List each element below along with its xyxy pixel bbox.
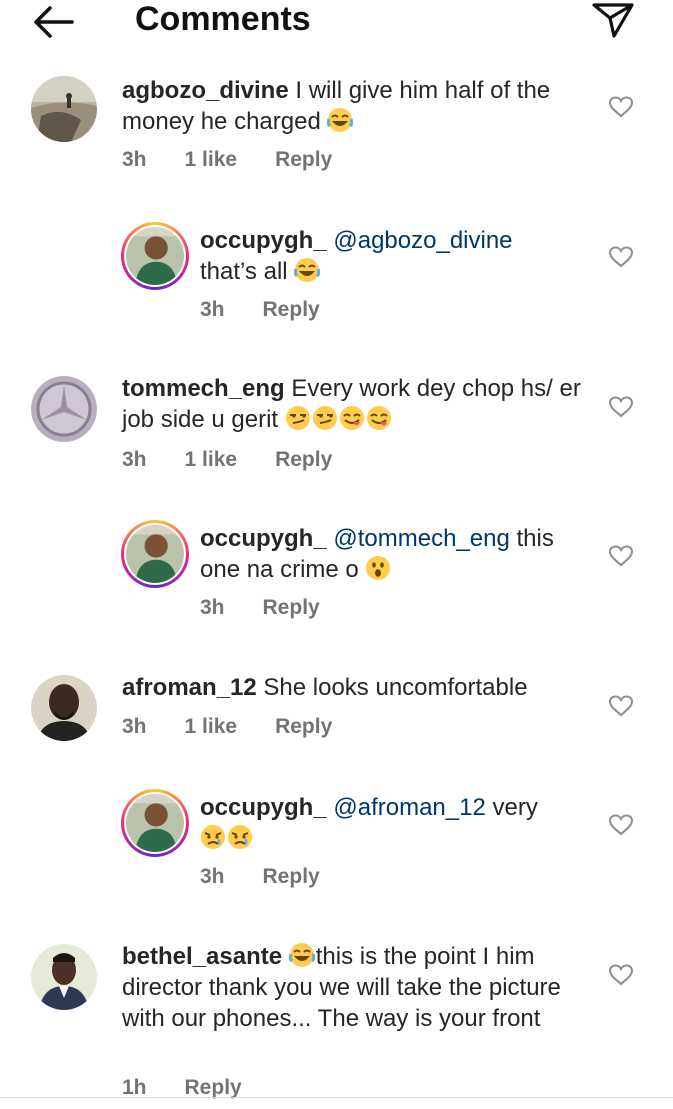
comment-time: 3h	[122, 148, 147, 171]
like-heart-icon[interactable]	[609, 545, 633, 567]
page-title: Comments	[135, 0, 311, 38]
comment-text: occupygh_ @tommech_eng this one na crime…	[200, 523, 592, 585]
comment-time: 3h	[200, 596, 225, 619]
comment-meta: 3h Reply	[200, 596, 358, 620]
comment-time: 3h	[122, 715, 147, 738]
avatar[interactable]	[121, 222, 189, 290]
comment-text: agbozo_divine I will give him half of th…	[122, 75, 592, 137]
comment-text: occupygh_ @afroman_12 very	[200, 792, 592, 854]
reply-button[interactable]: Reply	[275, 715, 332, 738]
comment-time: 3h	[200, 298, 225, 321]
like-heart-icon[interactable]	[609, 964, 633, 986]
comment-text: tommech_eng Every work dey chop hs/ er j…	[122, 373, 592, 435]
comment-username[interactable]: afroman_12	[122, 674, 257, 701]
laughing-emoji-icon	[288, 943, 315, 967]
mention-link[interactable]: @afroman_12	[333, 794, 485, 821]
smirk-emoji-icon	[285, 406, 310, 430]
reply-button[interactable]: Reply	[185, 1076, 242, 1099]
comment-body: She looks uncomfortable	[263, 674, 528, 701]
surprised-emoji-icon	[366, 556, 391, 580]
comments-header: Comments	[0, 0, 673, 48]
comment-username[interactable]: tommech_eng	[122, 375, 285, 402]
comment-time: 3h	[122, 448, 147, 471]
crying-emoji-icon	[201, 825, 225, 849]
comment-username[interactable]: occupygh_	[200, 227, 327, 254]
avatar[interactable]	[121, 520, 189, 588]
comment-username[interactable]: occupygh_	[200, 794, 327, 821]
laughing-emoji-icon	[327, 108, 354, 132]
avatar[interactable]	[121, 789, 189, 857]
like-heart-icon[interactable]	[609, 695, 633, 717]
avatar[interactable]	[31, 76, 97, 142]
comment-username[interactable]: occupygh_	[200, 525, 327, 552]
comment-likes[interactable]: 1 like	[185, 715, 238, 738]
comment-likes[interactable]: 1 like	[185, 448, 238, 471]
comment-username[interactable]: agbozo_divine	[122, 77, 289, 104]
reply-button[interactable]: Reply	[275, 448, 332, 471]
like-heart-icon[interactable]	[609, 814, 633, 836]
comment-time: 1h	[122, 1076, 147, 1099]
comment-text: afroman_12 She looks uncomfortable	[122, 672, 592, 703]
laughing-emoji-icon	[294, 258, 321, 282]
comment-body: very	[492, 794, 538, 821]
comment-meta: 3h Reply	[200, 298, 358, 322]
reply-button[interactable]: Reply	[263, 865, 320, 888]
reply-button[interactable]: Reply	[275, 148, 332, 171]
like-heart-icon[interactable]	[609, 96, 633, 118]
comment-username[interactable]: bethel_asante	[122, 943, 282, 970]
comment-text: occupygh_ @agbozo_divine that’s all	[200, 225, 592, 287]
like-heart-icon[interactable]	[609, 396, 633, 418]
comment-body: that’s all	[200, 258, 288, 285]
yum-emoji-icon	[366, 406, 391, 430]
comment-meta: 3h 1 like Reply	[122, 448, 370, 472]
comment-meta: 3h Reply	[200, 865, 358, 889]
yum-emoji-icon	[339, 406, 364, 430]
avatar[interactable]	[31, 675, 97, 741]
avatar[interactable]	[31, 944, 97, 1010]
mention-link[interactable]: @agbozo_divine	[333, 227, 512, 254]
comment-likes[interactable]: 1 like	[185, 148, 238, 171]
crying-emoji-icon	[228, 825, 252, 849]
like-heart-icon[interactable]	[609, 246, 633, 268]
comment-time: 3h	[200, 865, 225, 888]
mention-link[interactable]: @tommech_eng	[333, 525, 509, 552]
reply-button[interactable]: Reply	[263, 596, 320, 619]
comment-meta: 3h 1 like Reply	[122, 148, 370, 172]
back-arrow-icon[interactable]	[28, 2, 78, 42]
reply-button[interactable]: Reply	[263, 298, 320, 321]
comment-meta: 3h 1 like Reply	[122, 715, 370, 739]
smirk-emoji-icon	[312, 406, 337, 430]
avatar[interactable]	[31, 376, 97, 442]
comment-text: bethel_asante this is the point I him di…	[122, 941, 582, 1034]
divider	[0, 1097, 673, 1098]
share-send-icon[interactable]	[590, 0, 636, 40]
